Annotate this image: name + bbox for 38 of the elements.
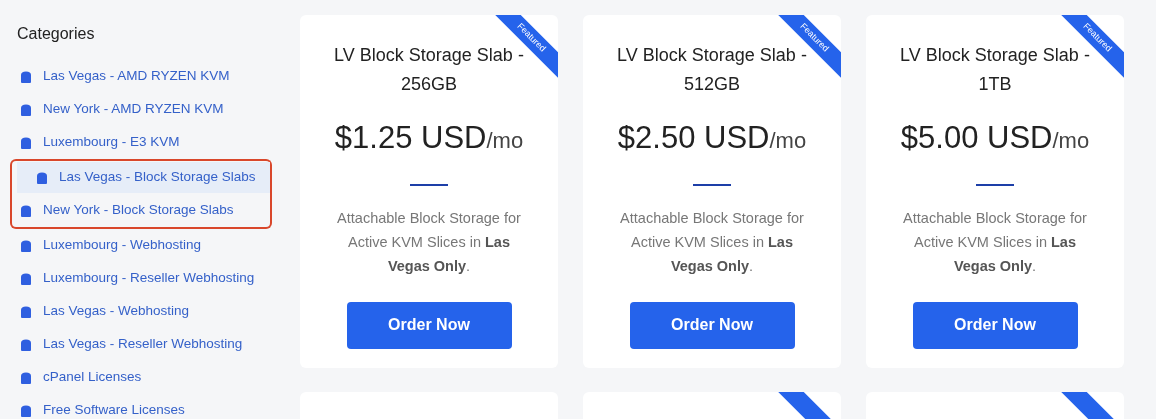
category-link[interactable]: Luxembourg - Reseller Webhosting [17,263,270,294]
category-link[interactable]: Luxembourg - Webhosting [17,230,270,261]
order-button[interactable]: Order Now [912,301,1078,349]
price-period: /mo [1052,128,1090,155]
product-description: Attachable Block Storage for Active KVM Slices in Las Vegas Only. [902,208,1088,276]
price: $5.00 USD [900,119,1053,157]
box-icon [35,170,49,185]
box-icon [19,238,33,253]
category-link[interactable]: cPanel Licenses [17,362,270,393]
product-description: Attachable Block Storage for Active KVM Slices in Las Vegas Only. [619,208,805,276]
order-button[interactable]: Order Now [346,301,512,349]
category-link[interactable]: Las Vegas - AMD RYZEN KVM [17,61,270,92]
box-icon [19,203,33,218]
sidebar-title: Categories [17,24,96,44]
category-link[interactable]: Las Vegas - Block Storage Slabs [17,162,270,193]
product-name: LV Block Storage Slab - 512GB [616,45,807,96]
box-icon [19,370,33,385]
category-link[interactable]: Luxembourg - E3 KVM [17,127,270,158]
price-period: /mo [769,128,807,155]
category-link[interactable]: New York - Block Storage Slabs [17,195,270,226]
category-link[interactable]: Las Vegas - Reseller Webhosting [17,329,270,360]
category-link[interactable]: Free Software Licenses [17,395,270,419]
box-icon [19,337,33,352]
box-icon [19,403,33,418]
category-link[interactable]: Las Vegas - Webhosting [17,296,270,327]
order-button[interactable]: Order Now [629,301,795,349]
box-icon [19,304,33,319]
price-period: /mo [486,128,524,155]
box-icon [19,135,33,150]
box-icon [19,271,33,286]
box-icon [19,102,33,117]
category-link[interactable]: New York - AMD RYZEN KVM [17,94,270,125]
price: $1.25 USD [334,119,487,157]
product-name: LV Block Storage Slab - 1TB [899,45,1090,96]
price: $2.50 USD [617,119,770,157]
box-icon [19,69,33,84]
product-name: LV Block Storage Slab - 256GB [333,45,524,96]
product-description: Attachable Block Storage for Active KVM Slices in Las Vegas Only. [336,208,522,276]
